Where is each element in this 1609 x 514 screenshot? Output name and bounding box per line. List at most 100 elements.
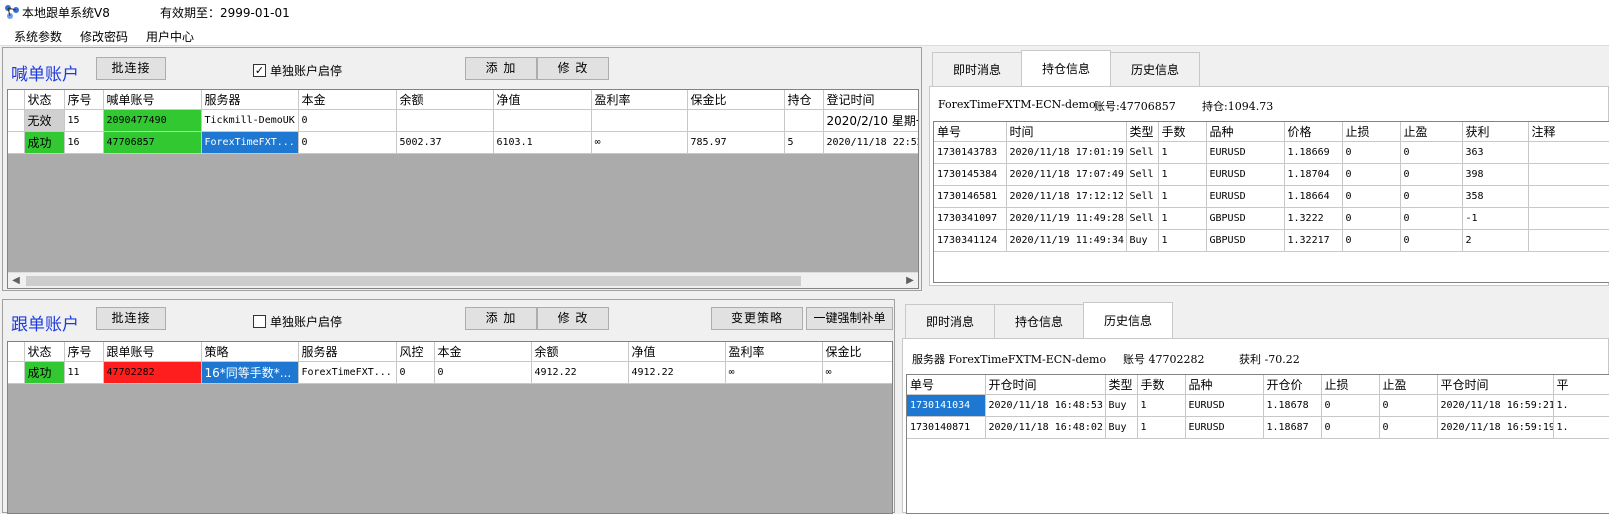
col-header[interactable]: 喊单账号 (103, 90, 202, 110)
col-header[interactable]: 本金 (298, 90, 397, 110)
col-header[interactable]: 止盈 (1400, 122, 1463, 142)
follower-edit-button[interactable]: 修 改 (537, 307, 609, 330)
caller-grid[interactable]: 状态 序号 喊单账号 服务器 本金 余额 净值 盈利率 保金比 持仓 登记时间 … (7, 89, 919, 289)
table-cell[interactable]: 2020/11/18 16:48:02 (985, 416, 1106, 439)
table-cell[interactable] (1528, 207, 1609, 230)
table-cell[interactable]: 363 (1462, 141, 1529, 164)
col-header[interactable]: 余额 (396, 90, 494, 110)
col-header[interactable]: 品种 (1206, 122, 1285, 142)
table-cell[interactable] (1528, 163, 1609, 186)
tab-positions[interactable]: 持仓信息 (994, 304, 1085, 338)
account-cell[interactable]: 2090477490 (103, 109, 202, 132)
table-cell[interactable]: 0 (1400, 141, 1463, 164)
table-row[interactable]: 1730141034 2020/11/18 16:48:53 Buy 1 EURUSD 1… (907, 394, 1609, 417)
col-header[interactable]: 单号 (934, 122, 1007, 142)
status-cell[interactable]: 成功 (24, 361, 65, 384)
table-cell[interactable]: 1.18687 (1263, 416, 1322, 439)
table-cell[interactable]: 2020/11/19 11:49:34 (1006, 229, 1127, 252)
table-cell[interactable]: 2020/11/18 16:48:53 (985, 394, 1106, 417)
table-cell[interactable]: 398 (1462, 163, 1529, 186)
table-cell[interactable]: 2020/11/18 22:52 (823, 131, 918, 154)
table-cell[interactable] (591, 109, 688, 132)
table-cell[interactable]: 1.18678 (1263, 394, 1322, 417)
col-header[interactable]: 开仓时间 (985, 375, 1106, 395)
table-cell[interactable]: 0 (1342, 207, 1401, 230)
tab-instant-messages[interactable]: 即时消息 (932, 52, 1023, 86)
table-cell[interactable]: 2020/11/18 16:59:19 (1437, 416, 1554, 439)
table-row[interactable]: 1730146581 2020/11/18 17:12:12 Sell 1 EURUSD… (934, 185, 1609, 208)
table-cell[interactable]: 0 (1342, 141, 1401, 164)
table-row[interactable]: 无效 15 2090477490 Tickmill-DemoUK 0 2020/… (8, 109, 918, 132)
col-header[interactable]: 风控 (396, 342, 435, 362)
col-header[interactable]: 平仓时间 (1437, 375, 1554, 395)
col-header[interactable]: 盈利率 (591, 90, 688, 110)
table-cell[interactable]: 16 (64, 131, 104, 154)
table-cell[interactable]: 0 (1400, 163, 1463, 186)
table-cell[interactable]: 785.97 (687, 131, 785, 154)
col-header[interactable]: 净值 (493, 90, 592, 110)
table-cell[interactable]: EURUSD (1206, 163, 1285, 186)
table-cell[interactable]: 2020/11/18 17:12:12 (1006, 185, 1127, 208)
table-cell[interactable]: GBPUSD (1206, 207, 1285, 230)
table-row[interactable]: 1730140871 2020/11/18 16:48:02 Buy 1 EURUSD 1… (907, 416, 1609, 439)
table-cell[interactable]: 5 (784, 131, 824, 154)
table-cell[interactable]: 2020/11/18 17:01:19 (1006, 141, 1127, 164)
col-header[interactable]: 登记时间 (823, 90, 918, 110)
order-id-cell[interactable]: 1730145384 (934, 163, 1007, 186)
col-header[interactable]: 序号 (64, 90, 104, 110)
col-header[interactable]: 平 (1553, 375, 1609, 395)
caller-edit-button[interactable]: 修 改 (537, 57, 609, 80)
force-fill-button[interactable]: 一键强制补单 (806, 307, 893, 330)
table-cell[interactable]: 1 (1158, 229, 1207, 252)
order-id-cell[interactable]: 1730141034 (907, 394, 986, 417)
table-cell[interactable]: 1 (1158, 141, 1207, 164)
table-cell[interactable]: 0 (434, 361, 532, 384)
col-header[interactable]: 保金比 (687, 90, 785, 110)
follower-grid[interactable]: 状态 序号 跟单账号 策略 服务器 风控 本金 余额 净值 盈利率 保金比 成功… (7, 341, 893, 514)
table-cell[interactable]: Tickmill-DemoUK (201, 109, 299, 132)
table-cell[interactable]: 0 (1379, 394, 1438, 417)
table-cell[interactable]: 2020/11/19 11:49:28 (1006, 207, 1127, 230)
table-cell[interactable]: EURUSD (1185, 416, 1264, 439)
col-header[interactable]: 时间 (1006, 122, 1127, 142)
col-header[interactable]: 获利 (1462, 122, 1529, 142)
col-header[interactable]: 持仓 (784, 90, 824, 110)
table-cell[interactable]: 4912.22 (628, 361, 726, 384)
col-header[interactable]: 策略 (201, 342, 299, 362)
col-header[interactable]: 序号 (64, 342, 104, 362)
col-header[interactable]: 状态 (24, 342, 65, 362)
table-cell[interactable] (493, 109, 592, 132)
table-cell[interactable]: Sell (1126, 141, 1159, 164)
menu-change-password[interactable]: 修改密码 (80, 28, 128, 45)
status-cell[interactable]: 无效 (24, 109, 65, 132)
positions-grid[interactable]: 单号 时间 类型 手数 品种 价格 止损 止盈 获利 注释 1730143783… (933, 121, 1609, 283)
checkbox-box[interactable] (253, 315, 266, 328)
table-cell[interactable]: EURUSD (1185, 394, 1264, 417)
table-cell[interactable]: 4912.22 (531, 361, 629, 384)
col-header[interactable]: 服务器 (298, 342, 397, 362)
col-header[interactable]: 状态 (24, 90, 65, 110)
table-row[interactable]: 成功 16 47706857 ForexTimeFXT... 0 5002.37… (8, 131, 918, 154)
table-row[interactable]: 成功 11 47702282 16*同等手数*... ForexTimeFXT.… (8, 361, 892, 384)
table-cell[interactable]: 1 (1137, 416, 1186, 439)
menu-user-center[interactable]: 用户中心 (146, 28, 194, 45)
table-cell[interactable]: 2 (1462, 229, 1529, 252)
table-cell[interactable] (396, 109, 494, 132)
table-cell[interactable]: 1.18664 (1284, 185, 1343, 208)
col-header[interactable]: 止盈 (1379, 375, 1438, 395)
scroll-thumb[interactable] (26, 276, 801, 286)
strategy-cell[interactable]: 16*同等手数*... (201, 361, 299, 384)
table-cell[interactable]: 1. (1553, 416, 1609, 439)
table-cell[interactable]: 0 (1321, 394, 1380, 417)
table-cell[interactable]: 2020/11/18 17:07:49 (1006, 163, 1127, 186)
table-cell[interactable]: ForexTimeFXT... (201, 131, 299, 154)
follower-add-button[interactable]: 添 加 (465, 307, 537, 330)
table-cell[interactable]: 2020/2/10 星期一 (823, 109, 918, 132)
table-cell[interactable]: -1 (1462, 207, 1529, 230)
table-cell[interactable] (1528, 229, 1609, 252)
table-cell[interactable] (1528, 185, 1609, 208)
col-header[interactable]: 手数 (1158, 122, 1207, 142)
col-header[interactable]: 保金比 (822, 342, 892, 362)
caller-connect-button[interactable]: 批连接 (96, 57, 166, 80)
col-header[interactable]: 单号 (907, 375, 986, 395)
